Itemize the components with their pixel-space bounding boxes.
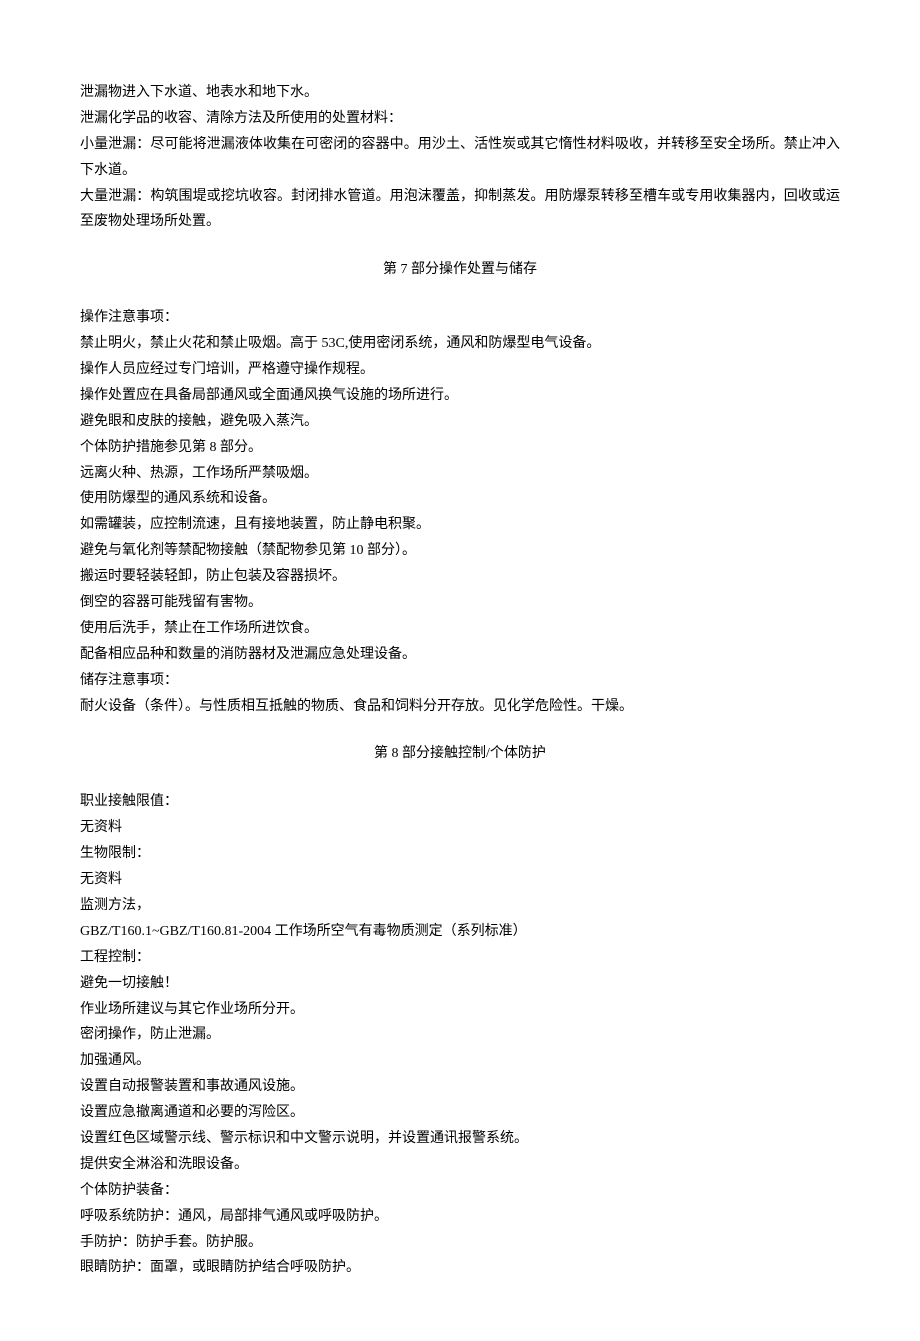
intro-line-1: 泄漏物进入下水道、地表水和地下水。	[80, 80, 840, 106]
section-8-line-16: 个体防护装备：	[80, 1178, 840, 1204]
section-7-line-7: 远离火种、热源，工作场所严禁吸烟。	[80, 461, 840, 487]
section-7-line-6: 个体防护措施参见第 8 部分。	[80, 435, 840, 461]
section-8-line-12: 设置自动报警装置和事故通风设施。	[80, 1074, 840, 1100]
section-7-line-9: 如需罐装，应控制流速，且有接地装置，防止静电积聚。	[80, 512, 840, 538]
section-7-line-4: 操作处置应在具备局部通风或全面通风换气设施的场所进行。	[80, 383, 840, 409]
section-7-line-15: 储存注意事项：	[80, 668, 840, 694]
section-7-line-11: 搬运时要轻装轻卸，防止包装及容器损坏。	[80, 564, 840, 590]
section-8-line-11: 加强通风。	[80, 1048, 840, 1074]
section-7-line-13: 使用后洗手，禁止在工作场所进饮食。	[80, 616, 840, 642]
section-8-line-14: 设置红色区域警示线、警示标识和中文警示说明，并设置通讯报警系统。	[80, 1126, 840, 1152]
section-8-line-18: 手防护：防护手套。防护服。	[80, 1230, 840, 1256]
section-8-line-15: 提供安全淋浴和洗眼设备。	[80, 1152, 840, 1178]
section-7-line-5: 避免眼和皮肤的接触，避免吸入蒸汽。	[80, 409, 840, 435]
section-8-title: 第 8 部分接触控制/个体防护	[80, 741, 840, 767]
section-7-line-3: 操作人员应经过专门培训，严格遵守操作规程。	[80, 357, 840, 383]
section-8-line-7: 工程控制：	[80, 945, 840, 971]
section-8-line-3: 生物限制：	[80, 841, 840, 867]
section-8-line-2: 无资料	[80, 815, 840, 841]
intro-line-3: 小量泄漏：尽可能将泄漏液体收集在可密闭的容器中。用沙土、活性炭或其它惰性材料吸收…	[80, 132, 840, 184]
section-8-line-13: 设置应急撤离通道和必要的泻险区。	[80, 1100, 840, 1126]
section-8-line-17: 呼吸系统防护：通风，局部排气通风或呼吸防护。	[80, 1204, 840, 1230]
section-8-line-4: 无资料	[80, 867, 840, 893]
section-7-line-16: 耐火设备（条件）。与性质相互抵触的物质、食品和饲料分开存放。见化学危险性。干燥。	[80, 694, 840, 720]
section-7-line-10: 避免与氧化剂等禁配物接触（禁配物参见第 10 部分）。	[80, 538, 840, 564]
section-8-line-9: 作业场所建议与其它作业场所分开。	[80, 997, 840, 1023]
section-8-line-8: 避免一切接触！	[80, 971, 840, 997]
section-8-line-6: GBZ/T160.1~GBZ/T160.81-2004 工作场所空气有毒物质测定…	[80, 919, 840, 945]
section-7-line-12: 倒空的容器可能残留有害物。	[80, 590, 840, 616]
section-8-line-5: 监测方法，	[80, 893, 840, 919]
section-7-line-14: 配备相应品种和数量的消防器材及泄漏应急处理设备。	[80, 642, 840, 668]
intro-line-2: 泄漏化学品的收容、清除方法及所使用的处置材料：	[80, 106, 840, 132]
section-8-line-1: 职业接触限值：	[80, 789, 840, 815]
section-8-line-10: 密闭操作，防止泄漏。	[80, 1022, 840, 1048]
section-7-line-8: 使用防爆型的通风系统和设备。	[80, 486, 840, 512]
intro-line-4: 大量泄漏：构筑围堤或挖坑收容。封闭排水管道。用泡沫覆盖，抑制蒸发。用防爆泵转移至…	[80, 184, 840, 236]
section-7-title: 第 7 部分操作处置与储存	[80, 257, 840, 283]
section-7-line-2: 禁止明火，禁止火花和禁止吸烟。高于 53C,使用密闭系统，通风和防爆型电气设备。	[80, 331, 840, 357]
section-8-line-19: 眼睛防护：面罩，或眼睛防护结合呼吸防护。	[80, 1255, 840, 1281]
section-7-line-1: 操作注意事项：	[80, 305, 840, 331]
